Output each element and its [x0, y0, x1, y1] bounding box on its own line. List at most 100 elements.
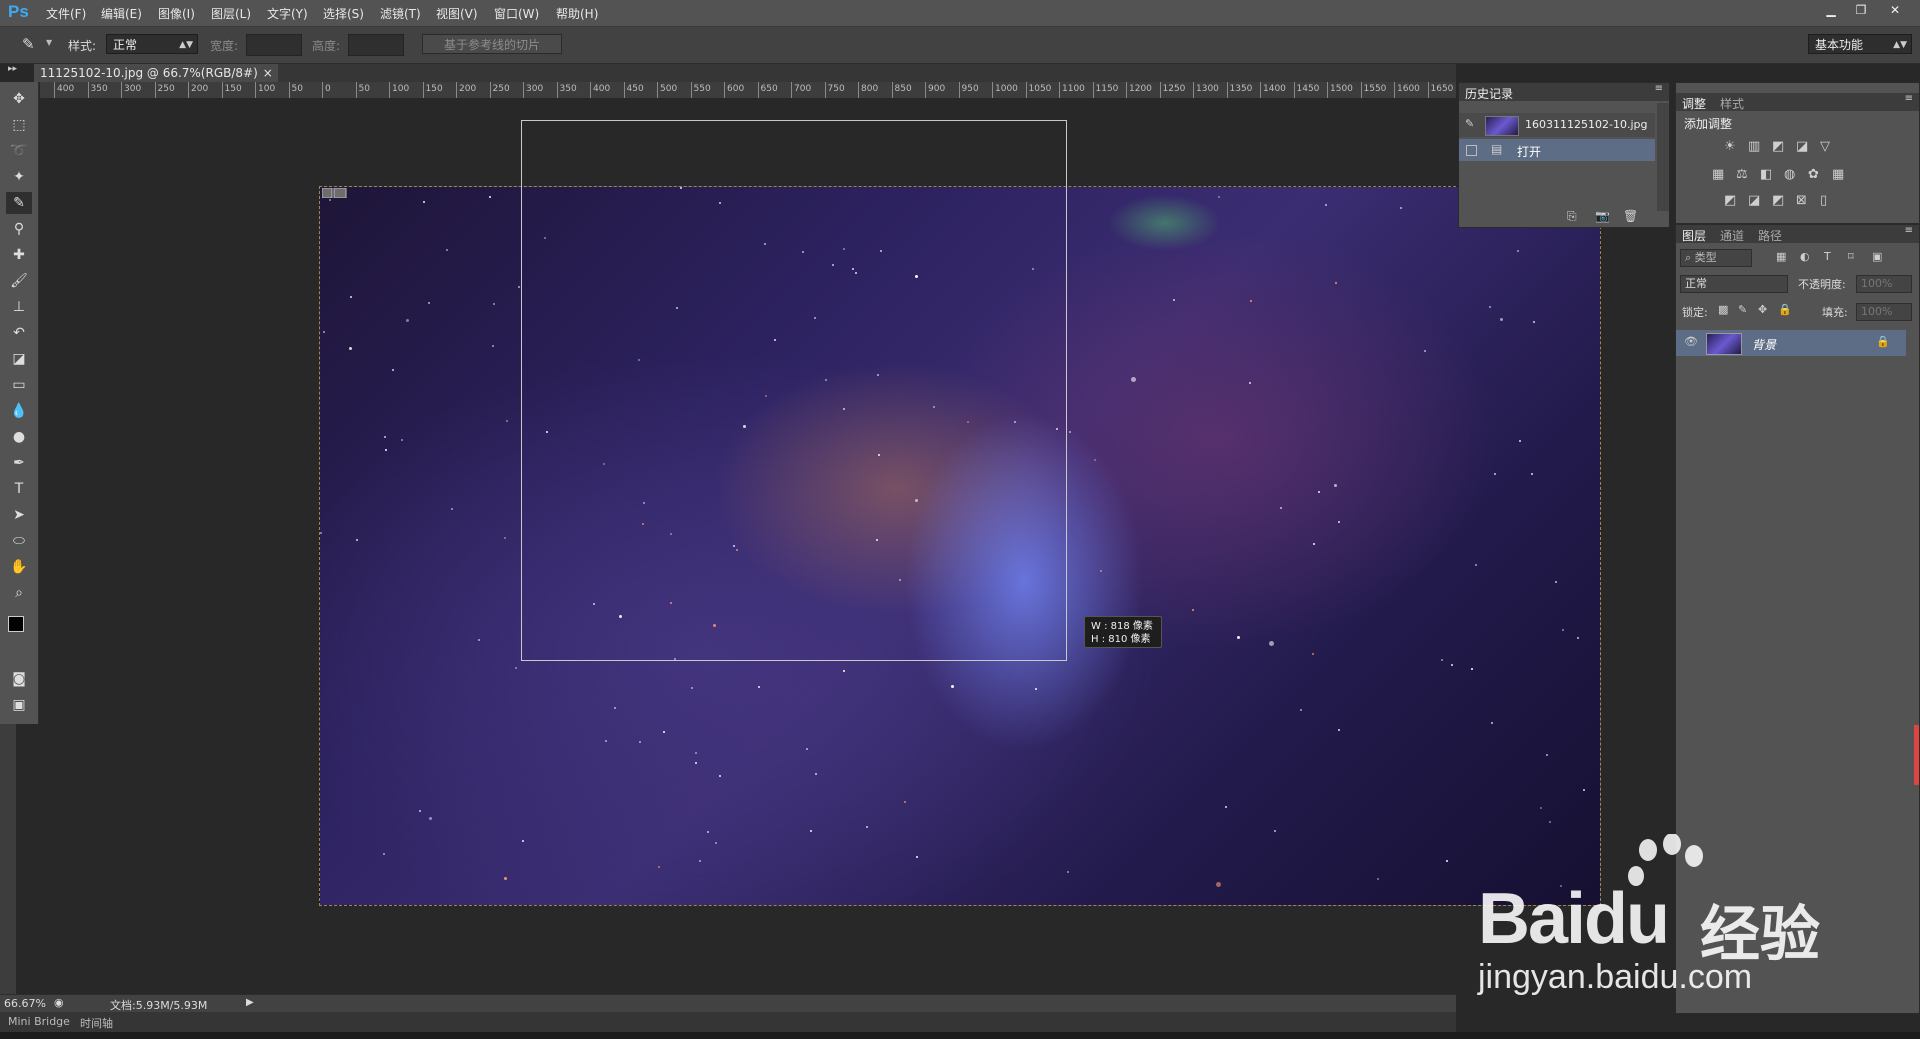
levels-icon[interactable]: ▥	[1748, 139, 1760, 154]
lock-transparent-icon[interactable]: ▩	[1718, 303, 1728, 316]
gradient-map-icon[interactable]: ▯	[1820, 193, 1827, 208]
eye-icon[interactable]: 👁	[1684, 335, 1698, 348]
mini-bridge-tab[interactable]: Mini Bridge	[8, 1015, 70, 1028]
workspace-select[interactable]: 基本功能 ▲▼	[1808, 34, 1912, 54]
restore-button[interactable]: ❐	[1848, 2, 1874, 18]
tool-preset-chevron-down-icon[interactable]: ▼	[46, 38, 52, 47]
screen-mode-icon[interactable]: ▣	[6, 694, 32, 716]
dodge-tool-icon[interactable]: ●	[6, 426, 32, 448]
eyedropper-tool-icon[interactable]: ⚲	[6, 218, 32, 240]
color-balance-icon[interactable]: ⚖	[1736, 167, 1748, 182]
filter-type-icon[interactable]: T	[1824, 250, 1831, 263]
brightness-icon[interactable]: ☀	[1724, 139, 1736, 154]
menu-layer[interactable]: 图层(L)	[211, 5, 251, 22]
layers-tab[interactable]: 图层	[1682, 227, 1706, 244]
history-brush-tool-icon[interactable]: ↶	[6, 322, 32, 344]
camera-icon[interactable]: 📷	[1595, 209, 1610, 223]
shape-tool-icon[interactable]: ⬭	[6, 530, 32, 552]
filter-adjustment-icon[interactable]: ◐	[1800, 250, 1810, 263]
history-scrollbar[interactable]	[1657, 103, 1669, 211]
clone-stamp-tool-icon[interactable]: ⊥	[6, 296, 32, 318]
foreground-color-swatch[interactable]	[8, 616, 24, 632]
panel-menu-icon[interactable]: ≡	[1905, 225, 1913, 236]
opacity-input[interactable]: 100%	[1856, 275, 1912, 293]
selective-color-icon[interactable]: ⊠	[1796, 193, 1807, 208]
posterize-icon[interactable]: ◪	[1748, 193, 1760, 208]
marquee-tool-icon[interactable]: ⬚	[6, 114, 32, 136]
history-snapshot-row[interactable]: ✎ 160311125102-10.jpg	[1459, 113, 1655, 137]
black-white-icon[interactable]: ◧	[1760, 167, 1772, 182]
filter-shape-icon[interactable]: ⌑	[1848, 250, 1854, 263]
filter-pixel-icon[interactable]: ▦	[1776, 250, 1786, 263]
lock-image-icon[interactable]: ✎	[1738, 303, 1747, 316]
channel-mixer-icon[interactable]: ✿	[1808, 167, 1819, 182]
hand-tool-icon[interactable]: ✋	[6, 556, 32, 578]
path-selection-tool-icon[interactable]: ➤	[6, 504, 32, 526]
menu-edit[interactable]: 编辑(E)	[101, 5, 142, 22]
brush-tool-icon[interactable]: 🖌	[6, 270, 32, 292]
trash-icon[interactable]: 🗑	[1623, 209, 1638, 223]
menu-filter[interactable]: 滤镜(T)	[380, 5, 421, 22]
document-tab[interactable]: 11125102-10.jpg @ 66.7%(RGB/8#) ×	[34, 64, 278, 82]
status-menu-arrow-icon[interactable]: ▶	[246, 997, 254, 1008]
zoom-tool-icon[interactable]: ⌕	[6, 582, 32, 604]
history-source-checkbox[interactable]	[1466, 145, 1477, 156]
fill-input[interactable]: 100%	[1856, 303, 1912, 321]
timeline-tab[interactable]: 时间轴	[80, 1015, 113, 1031]
color-lookup-icon[interactable]: ▦	[1832, 167, 1844, 182]
menu-type[interactable]: 文字(Y)	[267, 5, 308, 22]
menu-window[interactable]: 窗口(W)	[494, 5, 539, 22]
type-tool-icon[interactable]: T	[6, 478, 32, 500]
close-window-button[interactable]: ✕	[1882, 2, 1908, 18]
history-tab[interactable]: 历史记录	[1465, 85, 1513, 102]
menu-view[interactable]: 视图(V)	[436, 5, 478, 22]
width-input[interactable]	[246, 34, 302, 56]
styles-tab[interactable]: 样式	[1720, 95, 1744, 112]
filter-smart-object-icon[interactable]: ▣	[1872, 250, 1882, 263]
adjustments-tab[interactable]: 调整	[1682, 95, 1706, 112]
history-brush-source-icon[interactable]: ✎	[1465, 117, 1474, 130]
magic-wand-tool-icon[interactable]: ✦	[6, 166, 32, 188]
gradient-tool-icon[interactable]: ▭	[6, 374, 32, 396]
lock-position-icon[interactable]: ✥	[1758, 303, 1767, 316]
vibrance-icon[interactable]: ▽	[1820, 139, 1830, 154]
slices-from-guides-button[interactable]: 基于参考线的切片	[422, 34, 562, 54]
layer-filter-select[interactable]: ⌕ 类型	[1680, 249, 1752, 267]
eraser-tool-icon[interactable]: ◪	[6, 348, 32, 370]
layer-row-background[interactable]: 👁 背景 🔒	[1676, 330, 1906, 356]
menu-help[interactable]: 帮助(H)	[556, 5, 598, 22]
channels-tab[interactable]: 通道	[1720, 227, 1744, 244]
height-input[interactable]	[348, 34, 404, 56]
exposure-icon[interactable]: ◪	[1796, 139, 1808, 154]
panel-menu-icon[interactable]: ≡	[1905, 93, 1913, 104]
collapse-toolbox-icon[interactable]: ▸▸	[8, 64, 17, 74]
lock-all-icon[interactable]: 🔒	[1778, 303, 1792, 316]
slice-tool-icon[interactable]: ✎	[22, 35, 35, 53]
lasso-tool-icon[interactable]: ➰	[6, 140, 32, 162]
zoom-level[interactable]: 66.67%	[4, 997, 46, 1010]
hue-saturation-icon[interactable]: ▦	[1712, 167, 1724, 182]
new-document-from-state-icon[interactable]: ⎘	[1567, 209, 1577, 224]
slice-selection-box[interactable]	[521, 120, 1067, 661]
invert-icon[interactable]: ◩	[1724, 193, 1736, 208]
blend-mode-select[interactable]: 正常	[1680, 275, 1788, 293]
threshold-icon[interactable]: ◩	[1772, 193, 1784, 208]
blur-tool-icon[interactable]: 💧	[6, 400, 32, 422]
menu-select[interactable]: 选择(S)	[323, 5, 364, 22]
curves-icon[interactable]: ◩	[1772, 139, 1784, 154]
slice-tool-icon[interactable]: ✎	[6, 192, 32, 214]
pen-tool-icon[interactable]: ✒	[6, 452, 32, 474]
menu-file[interactable]: 文件(F)	[46, 5, 86, 22]
close-tab-icon[interactable]: ×	[263, 64, 273, 82]
status-options-icon[interactable]: ◉	[54, 996, 64, 1009]
menu-image[interactable]: 图像(I)	[158, 5, 195, 22]
quick-mask-icon[interactable]: ◙	[6, 668, 32, 690]
history-step-row[interactable]: ▤ 打开	[1459, 139, 1655, 161]
style-select[interactable]: 正常 ▲▼	[106, 34, 198, 54]
photo-filter-icon[interactable]: ◍	[1784, 167, 1795, 182]
healing-brush-tool-icon[interactable]: ✚	[6, 244, 32, 266]
move-tool-icon[interactable]: ✥	[6, 88, 32, 110]
paths-tab[interactable]: 路径	[1758, 227, 1782, 244]
panel-menu-icon[interactable]: ≡	[1655, 83, 1663, 94]
minimize-button[interactable]: ▁	[1818, 2, 1844, 18]
